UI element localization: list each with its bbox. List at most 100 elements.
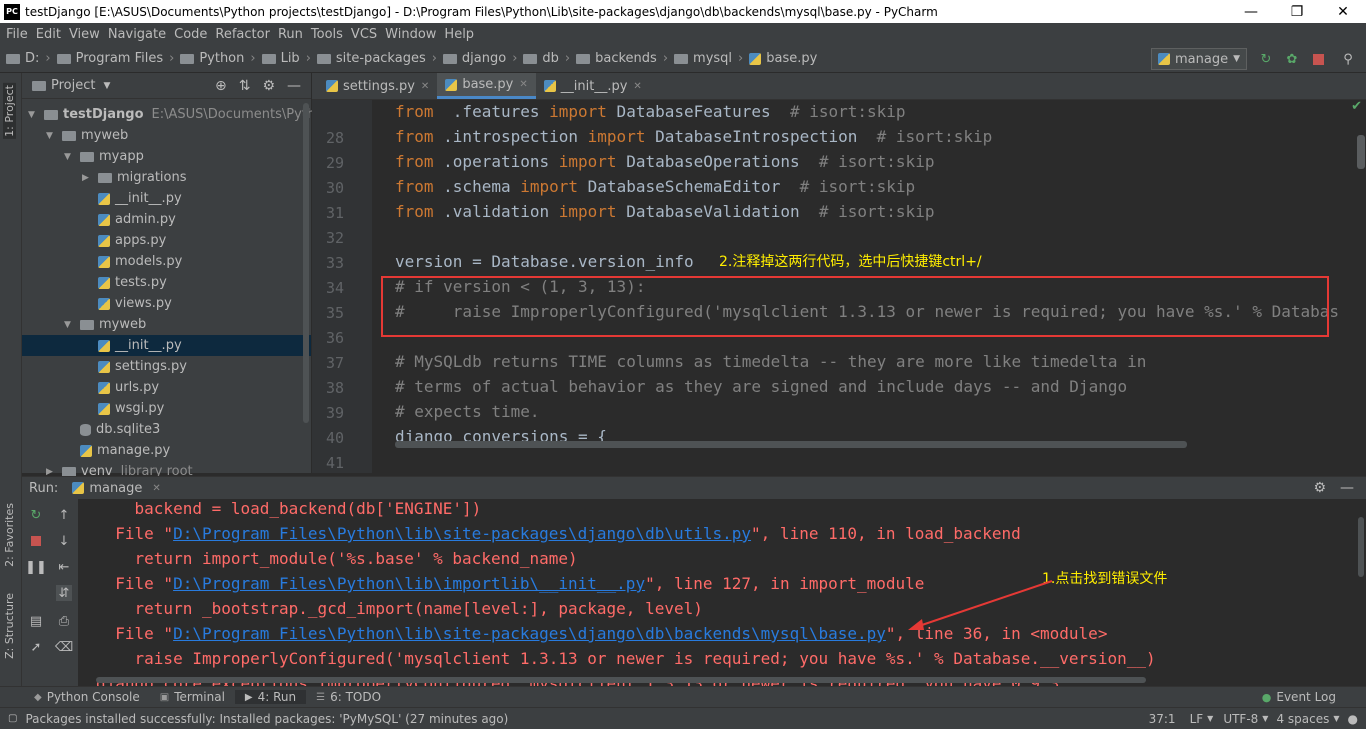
soft-wrap-icon[interactable]: ⇤ xyxy=(56,559,72,575)
menu-item-edit[interactable]: Edit xyxy=(32,27,65,42)
maximize-button[interactable]: ❐ xyxy=(1274,4,1320,20)
target-icon[interactable]: ⊕ xyxy=(215,78,227,94)
hide-icon[interactable]: — xyxy=(1340,480,1354,496)
breadcrumb-item[interactable]: › backends xyxy=(559,51,657,66)
editor-tab[interactable]: settings.py ✕ xyxy=(318,73,437,99)
breadcrumb-item[interactable]: › Lib xyxy=(244,51,299,66)
debug-icon[interactable]: ✿ xyxy=(1284,51,1300,67)
editor-tab[interactable]: base.py ✕ xyxy=(437,73,536,99)
menu-item-refactor[interactable]: Refactor xyxy=(211,27,274,42)
menu-item-help[interactable]: Help xyxy=(440,27,478,42)
structure-tool-tab[interactable]: Z: Structure xyxy=(3,593,16,659)
code-line[interactable]: # expects time. xyxy=(395,402,540,421)
tree-scrollbar[interactable] xyxy=(303,103,309,423)
code-line[interactable]: from .operations import DatabaseOperatio… xyxy=(395,152,934,171)
status-icon[interactable]: ▢ xyxy=(8,713,17,724)
tree-item[interactable]: views.py xyxy=(82,293,172,314)
tree-item[interactable]: models.py xyxy=(82,251,182,272)
output-line[interactable]: backend = load_backend(db['ENGINE']) xyxy=(96,499,482,518)
bottom-tab[interactable]: ◆ Python Console xyxy=(24,690,150,704)
favorites-tool-tab[interactable]: 2: Favorites xyxy=(3,503,16,567)
project-tool-tab[interactable]: 1: Project xyxy=(3,83,16,139)
menu-item-vcs[interactable]: VCS xyxy=(347,27,381,42)
gear-icon[interactable]: ⚙ xyxy=(1313,480,1326,496)
pin-icon[interactable]: ➚ xyxy=(28,639,44,655)
breadcrumb-item[interactable]: › db xyxy=(506,51,559,66)
trash-icon[interactable]: ⌫ xyxy=(55,639,73,655)
breadcrumb-item[interactable]: › site-packages xyxy=(300,51,426,66)
run-config-select[interactable]: manage ▼ xyxy=(1151,48,1247,70)
indent-setting[interactable]: 4 spaces xyxy=(1276,712,1329,726)
output-line[interactable]: return import_module('%s.base' % backend… xyxy=(96,549,578,568)
rerun-icon[interactable]: ↻ xyxy=(1258,51,1274,67)
menu-item-code[interactable]: Code xyxy=(170,27,211,42)
project-panel-title[interactable]: Project xyxy=(51,78,95,93)
file-encoding[interactable]: UTF-8 xyxy=(1223,712,1258,726)
search-icon[interactable]: ⚲ xyxy=(1340,51,1356,67)
close-icon[interactable]: ✕ xyxy=(519,79,527,90)
code-line[interactable]: from .introspection import DatabaseIntro… xyxy=(395,127,992,146)
menu-item-tools[interactable]: Tools xyxy=(307,27,347,42)
output-hscrollbar[interactable] xyxy=(96,677,1146,683)
collapse-icon[interactable]: ⇅ xyxy=(239,78,251,94)
line-separator[interactable]: LF xyxy=(1190,712,1204,726)
up-arrow-icon[interactable]: ↑ xyxy=(56,507,72,523)
horizontal-scrollbar[interactable] xyxy=(395,441,1187,448)
code-line[interactable]: version = Database.version_info xyxy=(395,252,694,271)
status-message[interactable]: Packages installed successfully: Install… xyxy=(25,712,1148,726)
gear-icon[interactable]: ⚙ xyxy=(262,78,275,94)
close-window-button[interactable]: ✕ xyxy=(1320,4,1366,20)
tree-item[interactable]: tests.py xyxy=(82,272,167,293)
code-line[interactable]: from .features import DatabaseFeatures #… xyxy=(395,102,906,121)
editor-tab[interactable]: __init__.py ✕ xyxy=(536,73,650,99)
file-link[interactable]: D:\Program Files\Python\lib\site-package… xyxy=(173,524,751,543)
tree-item[interactable]: __init__.py xyxy=(82,188,182,209)
down-arrow-icon[interactable]: ↓ xyxy=(56,533,72,549)
code-line[interactable]: # terms of actual behavior as they are s… xyxy=(395,377,1127,396)
code-editor[interactable]: settings.py ✕ base.py ✕ __init__.py ✕ 28 29 30 3… xyxy=(312,73,1366,473)
tree-item[interactable]: settings.py xyxy=(82,356,187,377)
output-line[interactable]: return _bootstrap._gcd_import(name[level… xyxy=(96,599,703,618)
print-icon[interactable]: ⎙ xyxy=(56,613,72,629)
tree-item[interactable]: urls.py xyxy=(82,377,159,398)
breadcrumb-item[interactable]: › base.py xyxy=(732,51,817,66)
tree-item[interactable]: admin.py xyxy=(82,209,176,230)
menu-item-navigate[interactable]: Navigate xyxy=(104,27,170,42)
run-tab-manage[interactable]: manage xyxy=(89,481,142,496)
menu-item-view[interactable]: View xyxy=(65,27,104,42)
chevron-down-icon[interactable]: ▼ xyxy=(103,81,110,91)
close-icon[interactable]: ✕ xyxy=(421,81,429,92)
tree-item[interactable]: manage.py xyxy=(64,440,170,461)
output-scrollbar[interactable] xyxy=(1358,517,1364,577)
breadcrumb-item[interactable]: D: xyxy=(6,51,39,66)
tree-item[interactable]: ▼ myweb xyxy=(64,314,146,335)
code-line[interactable]: from .schema import DatabaseSchemaEditor… xyxy=(395,177,915,196)
menu-item-file[interactable]: File xyxy=(2,27,32,42)
lock-icon[interactable]: ● xyxy=(1348,712,1358,726)
breadcrumb-item[interactable]: › mysql xyxy=(657,51,732,66)
event-log-tab[interactable]: ● Event Log xyxy=(1252,690,1346,704)
bottom-tab[interactable]: ▣ Terminal xyxy=(150,690,235,704)
rerun-icon[interactable]: ↻ xyxy=(28,507,44,523)
tree-item[interactable]: ▼ testDjango E:\ASUS\Documents\Python pr xyxy=(28,104,349,125)
stop-icon[interactable] xyxy=(1310,51,1326,67)
code-line[interactable]: # MySQLdb returns TIME columns as timede… xyxy=(395,352,1146,371)
stop-icon[interactable] xyxy=(28,533,44,549)
minimize-button[interactable]: — xyxy=(1228,4,1274,20)
menu-item-window[interactable]: Window xyxy=(381,27,440,42)
file-link[interactable]: D:\Program Files\Python\lib\site-package… xyxy=(173,624,886,643)
tree-item[interactable]: ▼ myapp xyxy=(64,146,144,167)
tree-item[interactable]: apps.py xyxy=(82,230,166,251)
file-link[interactable]: D:\Program Files\Python\lib\importlib\__… xyxy=(173,574,645,593)
tree-item[interactable]: __init__.py xyxy=(22,335,311,356)
editor-scrollbar[interactable] xyxy=(1357,135,1365,169)
sort-icon[interactable]: ⇵ xyxy=(56,585,72,601)
tree-item[interactable]: ▼ myweb xyxy=(46,125,128,146)
output-line[interactable]: raise ImproperlyConfigured('mysqlclient … xyxy=(96,649,1156,668)
bottom-tab[interactable]: ☰ 6: TODO xyxy=(306,690,391,704)
caret-position[interactable]: 37:1 xyxy=(1149,712,1176,726)
close-icon[interactable]: ✕ xyxy=(633,81,641,92)
close-icon[interactable]: ✕ xyxy=(152,483,160,494)
menu-item-run[interactable]: Run xyxy=(274,27,307,42)
hide-icon[interactable]: — xyxy=(287,78,301,94)
